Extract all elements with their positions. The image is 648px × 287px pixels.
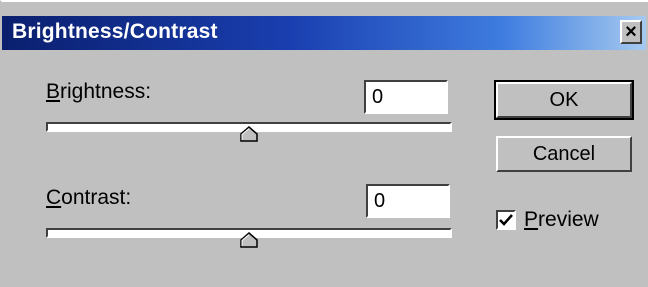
brightness-label: Brightness: bbox=[46, 80, 152, 103]
close-button[interactable]: × bbox=[620, 20, 642, 44]
checkmark-icon bbox=[499, 214, 513, 226]
close-icon: × bbox=[625, 21, 637, 43]
contrast-slider-thumb[interactable] bbox=[240, 232, 258, 248]
brightness-input[interactable] bbox=[364, 80, 448, 114]
contrast-label: Contrast: bbox=[46, 186, 132, 209]
brightness-contrast-dialog: Brightness/Contrast × Brightness: Contra… bbox=[0, 0, 648, 287]
preview-option[interactable]: Preview bbox=[496, 208, 599, 232]
ok-button[interactable]: OK bbox=[494, 80, 634, 120]
contrast-input[interactable] bbox=[366, 184, 450, 218]
dialog-title: Brightness/Contrast bbox=[12, 20, 218, 43]
preview-checkbox[interactable] bbox=[496, 210, 516, 230]
brightness-slider-thumb[interactable] bbox=[240, 126, 258, 142]
cancel-button[interactable]: Cancel bbox=[496, 136, 632, 172]
title-bar[interactable]: Brightness/Contrast × bbox=[2, 16, 646, 50]
preview-label: Preview bbox=[524, 208, 599, 231]
